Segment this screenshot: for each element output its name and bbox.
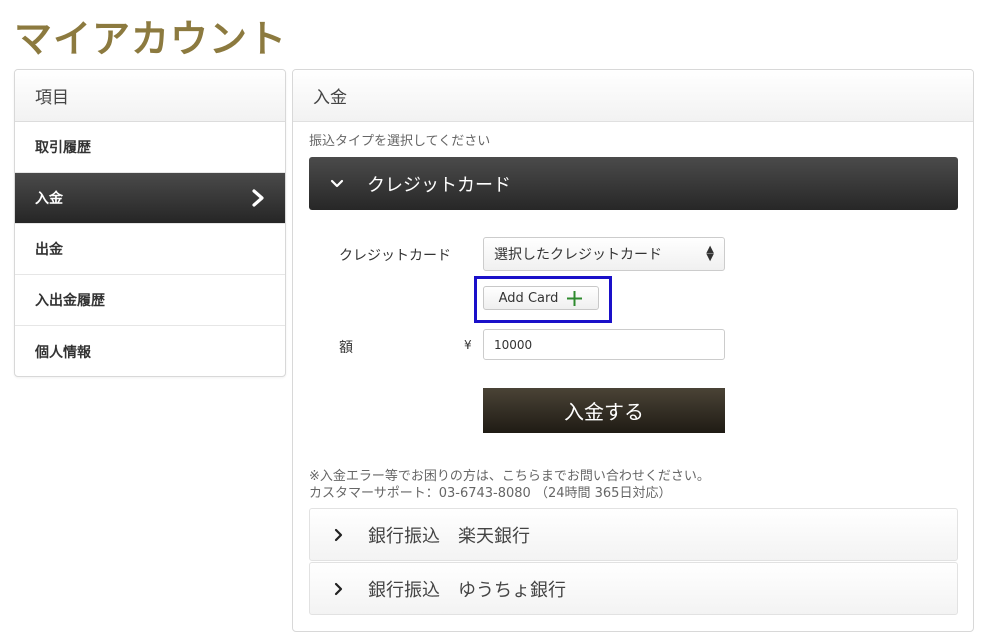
sidebar-item-label: 出金 [35, 242, 63, 258]
sidebar-item-deposit-withdrawal-history[interactable]: 入出金履歴 [15, 275, 285, 326]
support-note-line2: カスタマーサポート：03-6743-8080 （24時間 365日対応） [309, 486, 672, 501]
chevron-down-icon [330, 179, 344, 187]
chevron-right-icon [334, 528, 343, 541]
main-header: 入金 [293, 70, 973, 122]
select-arrows-icon: ▲ ▼ [706, 244, 714, 263]
deposit-button[interactable]: 入金する [483, 388, 725, 433]
add-card-button[interactable]: Add Card [483, 286, 599, 310]
add-card-label: Add Card [498, 290, 559, 306]
sidebar-item-label: 個人情報 [35, 344, 91, 361]
sidebar-item-label: 入金 [35, 191, 63, 207]
accordion-credit-card[interactable]: クレジットカード [309, 157, 958, 210]
sidebar-header: 項目 [15, 70, 285, 122]
instruction-text: 振込タイプを選択してください [309, 134, 491, 149]
credit-card-select[interactable]: 選択したクレジットカード ▲ ▼ [483, 237, 725, 271]
sidebar-item-withdrawal[interactable]: 出金 [15, 224, 285, 275]
plus-icon [567, 290, 583, 306]
chevron-right-icon [334, 582, 343, 595]
card-label: クレジットカード [339, 248, 451, 264]
page-title: マイアカウント [14, 17, 288, 61]
sidebar-item-deposit[interactable]: 入金 [15, 173, 285, 224]
amount-input[interactable] [483, 329, 725, 360]
sidebar-item-transaction-history[interactable]: 取引履歴 [15, 122, 285, 173]
amount-label: 額 [339, 340, 353, 356]
sidebar-item-label: 取引履歴 [35, 140, 91, 156]
chevron-right-icon [252, 189, 264, 207]
sidebar-item-label: 入出金履歴 [35, 293, 105, 309]
accordion-rakuten-bank[interactable]: 銀行振込 楽天銀行 [309, 508, 958, 561]
accordion-label: 銀行振込 ゆうちょ銀行 [368, 579, 566, 601]
credit-card-select-value: 選択したクレジットカード [494, 247, 662, 263]
accordion-yucho-bank[interactable]: 銀行振込 ゆうちょ銀行 [309, 562, 958, 615]
support-note: ※入金エラー等でお困りの方は、こちらまでお問い合わせください。 カスタマーサポー… [309, 468, 710, 502]
accordion-label: 銀行振込 楽天銀行 [368, 525, 530, 547]
accordion-label: クレジットカード [367, 174, 511, 196]
currency-symbol: ¥ [464, 338, 472, 352]
sidebar: 項目 取引履歴 入金 出金 入出金履歴 個人情報 [14, 69, 286, 377]
support-note-line1: ※入金エラー等でお困りの方は、こちらまでお問い合わせください。 [309, 469, 710, 484]
main-panel: 入金 振込タイプを選択してください クレジットカード クレジットカード 選択した… [292, 69, 974, 632]
sidebar-item-personal-info[interactable]: 個人情報 [15, 326, 285, 376]
